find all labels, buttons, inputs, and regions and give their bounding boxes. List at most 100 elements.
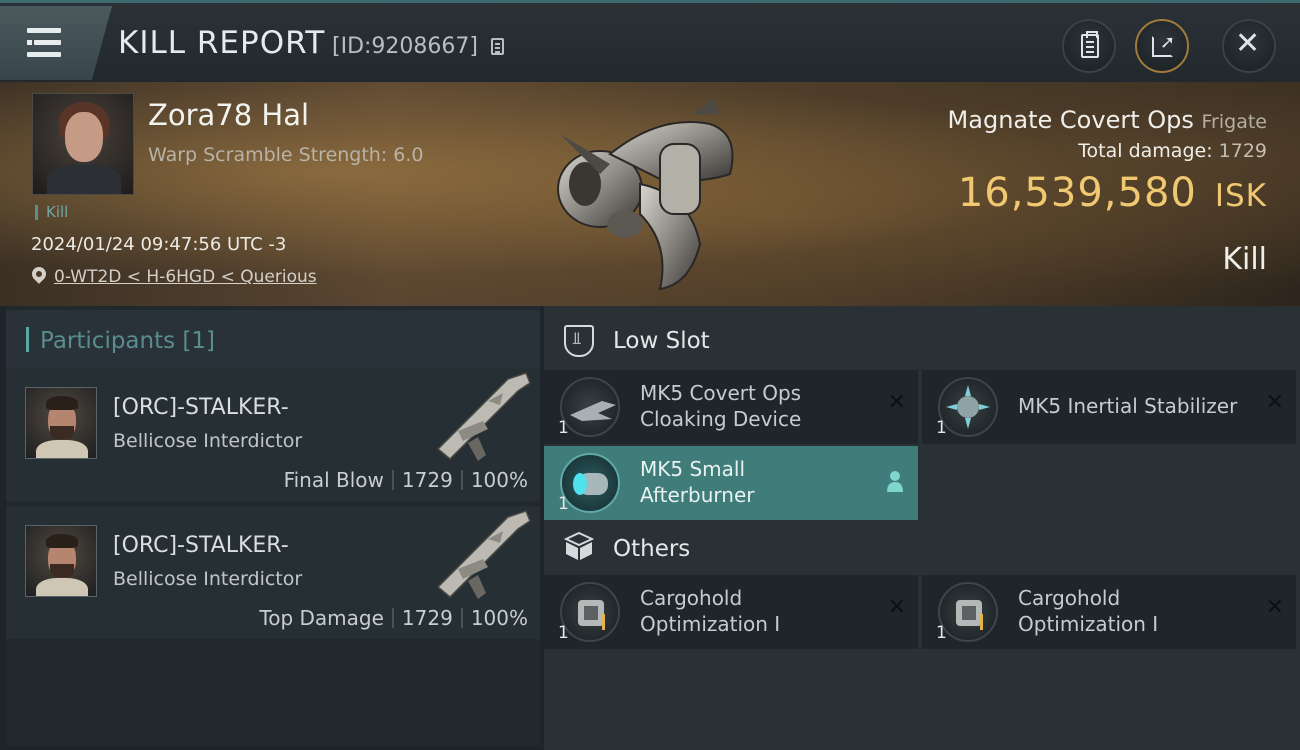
avatar-beard bbox=[50, 426, 74, 440]
participant-role: Top Damage bbox=[259, 606, 384, 630]
isk-unit: ISK bbox=[1214, 178, 1267, 214]
menu-icon bbox=[27, 28, 61, 33]
participant-name: [ORC]-STALKER- bbox=[113, 395, 289, 420]
top-bar: KILL REPORT [ID:9208667] ➚ ✕ bbox=[0, 0, 1300, 82]
copy-id-icon[interactable] bbox=[491, 38, 504, 55]
item-slot[interactable]: 1 MK5 Inertial Stabilizer ✕ bbox=[922, 370, 1296, 444]
kill-timestamp: 2024/01/24 09:47:56 UTC -3 bbox=[31, 234, 287, 255]
item-slot-selected[interactable]: 1 MK5 Small Afterburner bbox=[544, 446, 918, 520]
avatar-hair bbox=[46, 396, 78, 410]
item-quantity: 1 bbox=[936, 623, 947, 643]
result-label: Kill bbox=[1222, 242, 1267, 277]
participant-row[interactable]: [ORC]-STALKER- Bellicose Interdictor Top… bbox=[6, 506, 540, 639]
menu-icon-bar bbox=[27, 52, 61, 57]
portrait-body bbox=[47, 164, 121, 194]
item-slot[interactable]: 1 Cargohold Optimization I ✕ bbox=[544, 575, 918, 649]
participant-percent: 100% bbox=[470, 468, 528, 492]
low-slot-title: Low Slot bbox=[613, 328, 710, 354]
avatar-body bbox=[36, 440, 88, 458]
participants-panel: Participants [1] [ORC]-STALKER- Bellicos… bbox=[6, 306, 540, 746]
divider bbox=[391, 608, 394, 628]
item-quantity: 1 bbox=[558, 623, 569, 643]
pilot-icon bbox=[887, 471, 903, 492]
participant-ship: Bellicose Interdictor bbox=[113, 568, 303, 590]
menu-icon-bar bbox=[34, 40, 61, 45]
item-name: MK5 Small Afterburner bbox=[640, 457, 755, 507]
participant-damage: 1729 bbox=[401, 606, 453, 630]
participant-avatar[interactable] bbox=[25, 387, 97, 459]
participant-name: [ORC]-STALKER- bbox=[113, 533, 289, 558]
victim-portrait[interactable] bbox=[32, 93, 134, 195]
arrow-up-right-icon: ➚ bbox=[1160, 32, 1176, 53]
others-header: Others bbox=[544, 518, 1300, 578]
kill-tag: Kill bbox=[35, 205, 68, 220]
divider bbox=[460, 608, 463, 628]
ship-name[interactable]: Magnate Covert Ops Frigate bbox=[948, 106, 1267, 134]
destroyed-x-icon: ✕ bbox=[1265, 595, 1284, 620]
close-icon: ✕ bbox=[1235, 26, 1261, 61]
clipboard-icon bbox=[1081, 31, 1099, 58]
participant-stats: Top Damage 1729 100% bbox=[259, 606, 528, 630]
victim-banner: Zora78 Hal Warp Scramble Strength: 6.0 K… bbox=[0, 82, 1300, 306]
fitting-panel: Low Slot 1 MK5 Covert Ops Cloaking Devic… bbox=[544, 306, 1300, 750]
total-damage-value: 1729 bbox=[1218, 140, 1267, 162]
item-quantity: 1 bbox=[558, 418, 569, 438]
divider bbox=[460, 470, 463, 490]
low-slot-header: Low Slot bbox=[544, 310, 1300, 370]
item-name: MK5 Inertial Stabilizer bbox=[1018, 394, 1238, 418]
participant-stats: Final Blow 1729 100% bbox=[284, 468, 528, 492]
item-quantity: 1 bbox=[558, 494, 569, 514]
victim-name[interactable]: Zora78 Hal bbox=[148, 98, 309, 132]
destroyed-x-icon: ✕ bbox=[887, 595, 906, 620]
participant-avatar[interactable] bbox=[25, 525, 97, 597]
report-id: [ID:9208667] bbox=[332, 34, 478, 59]
avatar-hair bbox=[46, 534, 78, 548]
clipboard-button[interactable] bbox=[1062, 19, 1116, 73]
divider bbox=[391, 470, 394, 490]
item-name: Cargohold Optimization I bbox=[1018, 586, 1159, 636]
item-name: MK5 Covert Ops Cloaking Device bbox=[640, 381, 802, 431]
cargohold-optimization-icon bbox=[560, 582, 620, 642]
menu-icon-dot bbox=[27, 40, 32, 45]
item-quantity: 1 bbox=[936, 418, 947, 438]
participant-ship: Bellicose Interdictor bbox=[113, 430, 303, 452]
destroyed-x-icon: ✕ bbox=[887, 390, 906, 415]
isk-amount: 16,539,580 bbox=[957, 170, 1197, 216]
cargohold-optimization-icon bbox=[938, 582, 998, 642]
close-button[interactable]: ✕ bbox=[1222, 19, 1276, 73]
destroyed-x-icon: ✕ bbox=[1265, 390, 1284, 415]
avatar-body bbox=[36, 578, 88, 596]
total-damage: Total damage: 1729 bbox=[1078, 140, 1267, 162]
ship-class: Frigate bbox=[1201, 111, 1267, 133]
ship-image[interactable] bbox=[540, 94, 760, 294]
cargo-box-icon bbox=[564, 531, 594, 560]
inertial-stabilizer-icon bbox=[938, 377, 998, 437]
participant-row[interactable]: [ORC]-STALKER- Bellicose Interdictor Fin… bbox=[6, 368, 540, 501]
location-pin-icon bbox=[29, 264, 49, 284]
cloaking-device-icon bbox=[560, 377, 620, 437]
avatar-beard bbox=[50, 564, 74, 578]
participant-ship-image bbox=[436, 372, 531, 461]
others-title: Others bbox=[613, 536, 691, 562]
section-accent-bar bbox=[26, 327, 29, 352]
menu-button[interactable] bbox=[0, 6, 112, 80]
participants-title: Participants [1] bbox=[40, 328, 215, 354]
ship-type: Magnate Covert Ops bbox=[947, 106, 1194, 134]
total-damage-label: Total damage: bbox=[1078, 140, 1213, 162]
warp-scramble-strength: Warp Scramble Strength: 6.0 bbox=[148, 144, 424, 166]
participant-role: Final Blow bbox=[283, 468, 384, 492]
item-slot[interactable]: 1 Cargohold Optimization I ✕ bbox=[922, 575, 1296, 649]
item-slot[interactable]: 1 MK5 Covert Ops Cloaking Device ✕ bbox=[544, 370, 918, 444]
participant-percent: 100% bbox=[470, 606, 528, 630]
participant-damage: 1729 bbox=[401, 468, 453, 492]
isk-value: 16,539,580 ISK bbox=[958, 170, 1267, 216]
page-title: KILL REPORT bbox=[118, 25, 326, 61]
location-link[interactable]: 0-WT2D < H-6HGD < Querious bbox=[54, 267, 317, 287]
participant-ship-image bbox=[436, 510, 531, 599]
afterburner-icon bbox=[560, 453, 620, 513]
low-slot-icon bbox=[564, 325, 594, 357]
item-name: Cargohold Optimization I bbox=[640, 586, 781, 636]
participants-header: Participants [1] bbox=[6, 310, 540, 370]
share-button[interactable]: ➚ bbox=[1135, 19, 1189, 73]
portrait-face bbox=[65, 112, 103, 162]
